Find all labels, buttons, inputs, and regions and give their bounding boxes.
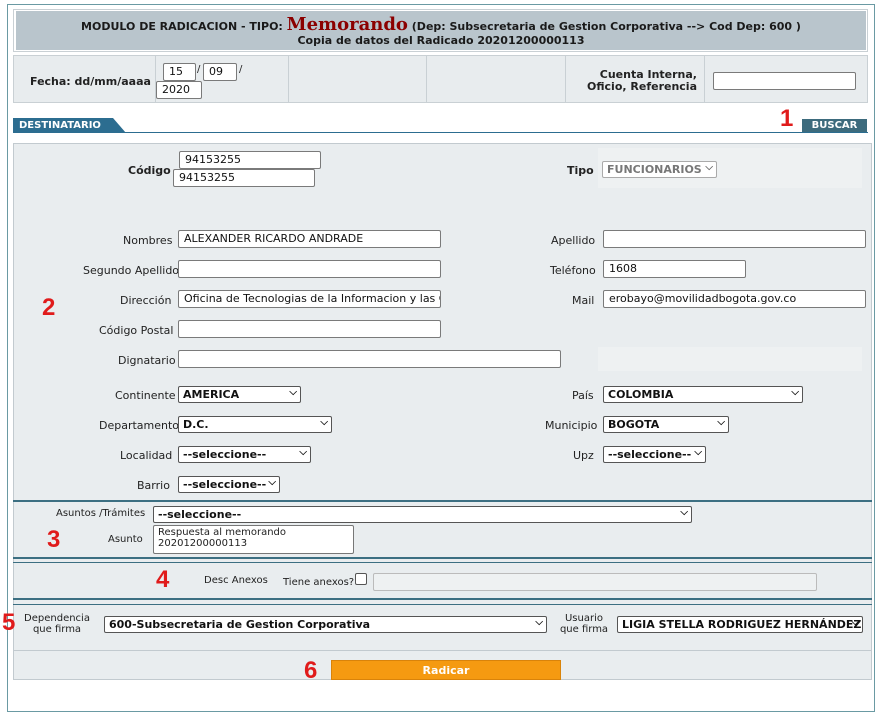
- fecha-day-input[interactable]: 15: [163, 63, 196, 81]
- chevron-down-icon: ⌵: [717, 417, 725, 428]
- header-dependencia: (Dep: Subsecretaria de Gestion Corporati…: [411, 20, 801, 33]
- municipio-label: Municipio: [545, 419, 598, 432]
- tiene-anexos-label: Tiene anexos?: [283, 577, 355, 588]
- marker-2: 2: [42, 294, 56, 321]
- asunto-label: Asunto: [108, 534, 143, 545]
- municipio-select[interactable]: BOGOTA ⌵: [603, 416, 729, 433]
- chevron-down-icon: ⌵: [791, 387, 799, 398]
- codigo-input-1[interactable]: 94153255: [179, 151, 321, 169]
- dignatario-label: Dignatario: [118, 354, 176, 367]
- cuenta-label: Cuenta Interna, Oficio, Referencia: [587, 68, 697, 93]
- tipo-select[interactable]: FUNCIONARIOS ⌵: [602, 161, 717, 178]
- dignatario-input[interactable]: [178, 350, 561, 368]
- desc-anexos-label: Desc Anexos: [204, 575, 268, 586]
- dependencia-firma-select[interactable]: 600-Subsecretaria de Gestion Corporativa…: [104, 616, 547, 633]
- nombres-input[interactable]: ALEXANDER RICARDO ANDRADE: [178, 230, 441, 248]
- mail-label: Mail: [572, 294, 595, 307]
- header-modulo: MODULO DE RADICACION - TIPO:: [81, 20, 283, 33]
- pais-label: País: [572, 389, 594, 402]
- usuario-firma-select[interactable]: LIGIA STELLA RODRIGUEZ HERNÁNDEZ ⌵: [617, 616, 863, 633]
- continente-label: Continente: [115, 389, 176, 402]
- chevron-down-icon: ⌵: [694, 447, 702, 458]
- chevron-down-icon: ⌵: [680, 507, 688, 518]
- marker-3: 3: [47, 526, 61, 553]
- tramites-select[interactable]: --seleccione-- ⌵: [153, 506, 692, 523]
- header-banner: MODULO DE RADICACION - TIPO: Memorando (…: [16, 11, 866, 50]
- marker-4: 4: [156, 566, 170, 593]
- barrio-select[interactable]: --seleccione-- ⌵: [178, 476, 280, 493]
- departamento-select[interactable]: D.C. ⌵: [178, 416, 332, 433]
- tab-destinatario[interactable]: DESTINATARIO: [13, 118, 126, 133]
- apellido-input[interactable]: [603, 230, 866, 248]
- continente-select[interactable]: AMERICA ⌵: [178, 386, 301, 403]
- telefono-label: Teléfono: [550, 264, 596, 277]
- telefono-input[interactable]: 1608: [603, 260, 746, 278]
- tab-underline: [13, 132, 868, 133]
- localidad-label: Localidad: [120, 449, 173, 462]
- nombres-label: Nombres: [123, 234, 173, 247]
- barrio-label: Barrio: [137, 479, 170, 492]
- upz-select[interactable]: --seleccione-- ⌵: [603, 446, 706, 463]
- fecha-year-input[interactable]: 2020: [156, 81, 202, 99]
- section-divider-2b: [13, 562, 872, 563]
- segundo-apellido-label: Segundo Apellido: [83, 264, 180, 277]
- header-tipo: Memorando: [286, 14, 408, 35]
- departamento-label: Departamento: [99, 419, 180, 432]
- codigo-postal-input[interactable]: [178, 320, 441, 338]
- section-divider-3: [13, 598, 872, 600]
- chevron-down-icon: ⌵: [320, 417, 328, 428]
- chevron-down-icon: ⌵: [851, 617, 859, 628]
- chevron-down-icon: ⌵: [705, 162, 713, 173]
- direccion-input[interactable]: Oficina de Tecnologias de la Informacion…: [178, 290, 441, 308]
- codigo-label: Código: [128, 164, 171, 177]
- tipo-label: Tipo: [567, 164, 594, 177]
- codigo-postal-label: Código Postal: [99, 324, 174, 337]
- codigo-input-2[interactable]: 94153255: [173, 169, 315, 187]
- cuenta-interna-input[interactable]: [713, 72, 856, 90]
- apellido-label: Apellido: [551, 234, 596, 247]
- chevron-down-icon: ⌵: [535, 617, 543, 628]
- fecha-sep-2: /: [239, 64, 243, 75]
- fecha-sep-1: /: [197, 64, 201, 75]
- localidad-select[interactable]: --seleccione-- ⌵: [178, 446, 311, 463]
- tramites-label: Asuntos /Trámites: [56, 508, 146, 519]
- tiene-anexos-checkbox[interactable]: [355, 573, 367, 585]
- chevron-down-icon: ⌵: [289, 387, 297, 398]
- direccion-label: Dirección: [120, 294, 172, 307]
- chevron-down-icon: ⌵: [268, 477, 276, 488]
- section-divider-4: [13, 650, 872, 651]
- chevron-down-icon: ⌵: [299, 447, 307, 458]
- buscar-button[interactable]: BUSCAR: [802, 119, 867, 132]
- upz-label: Upz: [573, 449, 594, 462]
- radicar-button[interactable]: Radicar: [331, 660, 561, 680]
- desc-anexos-input[interactable]: [373, 573, 817, 591]
- dependencia-firma-label: Dependencia que firma: [24, 613, 90, 635]
- section-divider-1: [13, 500, 872, 502]
- fecha-month-input[interactable]: 09: [203, 63, 237, 81]
- pais-select[interactable]: COLOMBIA ⌵: [603, 386, 803, 403]
- fecha-label: Fecha: dd/mm/aaaa: [30, 75, 151, 88]
- header-line1: MODULO DE RADICACION - TIPO: Memorando (…: [16, 14, 866, 35]
- asunto-textarea[interactable]: Respuesta al memorando 20201200000113: [153, 525, 354, 554]
- header-copia: Copia de datos del Radicado 202012000001…: [297, 34, 585, 47]
- segundo-apellido-input[interactable]: [178, 260, 441, 278]
- marker-1: 1: [780, 105, 794, 132]
- section-divider-2: [13, 557, 872, 559]
- usuario-firma-label: Usuario que firma: [559, 613, 609, 635]
- mail-input[interactable]: erobayo@movilidadbogota.gov.co: [603, 290, 866, 308]
- marker-5: 5: [2, 609, 16, 636]
- marker-6: 6: [304, 657, 318, 684]
- section-divider-3b: [13, 604, 872, 605]
